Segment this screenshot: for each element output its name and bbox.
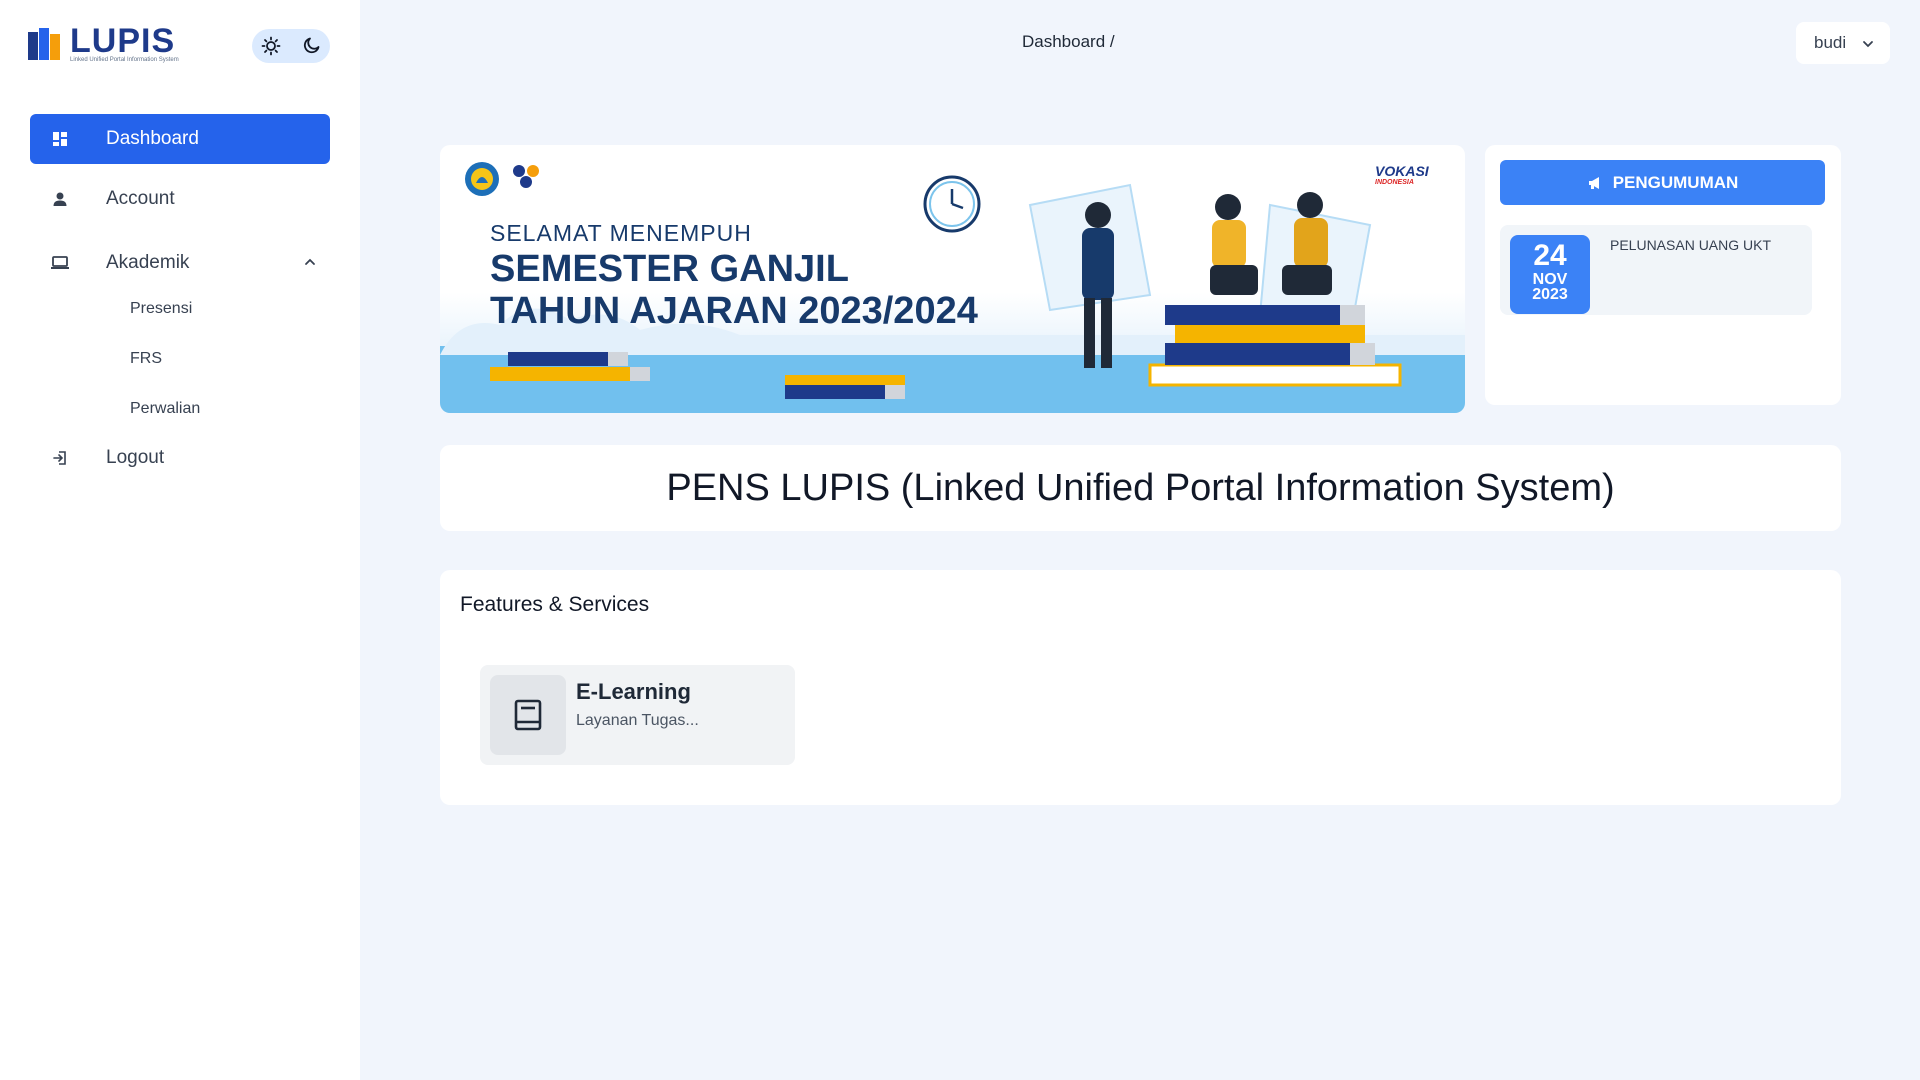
sidebar-item-dashboard[interactable]: Dashboard <box>30 114 330 164</box>
sidebar-item-logout[interactable]: Logout <box>30 433 330 483</box>
announcement-date: 24 NOV 2023 <box>1510 235 1590 314</box>
logo-text: LUPIS <box>70 22 176 60</box>
date-month: NOV <box>1532 271 1568 288</box>
user-icon <box>50 189 70 209</box>
logo-subtitle: Linked Unified Portal Information System <box>70 57 179 63</box>
moon-icon <box>303 37 320 54</box>
books-illustration-left <box>490 352 650 381</box>
clock-illustration <box>923 175 981 233</box>
theme-toggle <box>252 29 330 63</box>
vokasi-text: VOKASI <box>1375 163 1429 179</box>
features-heading: Features & Services <box>460 593 650 616</box>
megaphone-icon <box>1588 176 1599 189</box>
sidebar-item-label: Dashboard <box>106 128 199 149</box>
pens-logo-icon <box>513 165 539 188</box>
service-description: Layanan Tugas... <box>576 712 699 729</box>
banner-line-1: SEMESTER GANJIL <box>490 248 849 290</box>
dark-mode-button[interactable] <box>296 31 326 61</box>
page-title: PENS LUPIS (Linked Unified Portal Inform… <box>666 466 1615 509</box>
sun-icon <box>261 36 281 56</box>
sidebar-subitem-perwalian[interactable]: Perwalian <box>130 400 200 418</box>
portal-title-card: PENS LUPIS (Linked Unified Portal Inform… <box>440 445 1841 531</box>
logo-mark-icon <box>28 28 60 60</box>
service-title: E-Learning <box>576 679 691 704</box>
chevron-down-icon <box>1863 41 1873 48</box>
user-menu-dropdown[interactable]: budi <box>1796 22 1890 64</box>
sidebar-subitem-presensi[interactable]: Presensi <box>130 300 192 318</box>
laptop-icon <box>50 253 70 273</box>
lupis-logo[interactable]: LUPIS Linked Unified Portal Information … <box>28 22 194 66</box>
service-card-elearning[interactable]: E-Learning Layanan Tugas... <box>480 665 795 765</box>
dashboard-icon <box>50 129 70 149</box>
banner-line-2: TAHUN AJARAN 2023/2024 <box>490 290 978 332</box>
light-mode-button[interactable] <box>256 31 286 61</box>
banner-greeting: SELAMAT MENEMPUH <box>490 220 752 246</box>
features-panel: Features & Services E-Learning Layanan T… <box>440 570 1841 805</box>
sidebar-item-label: Logout <box>106 447 165 468</box>
sidebar: LUPIS Linked Unified Portal Information … <box>0 0 360 1080</box>
vokasi-badge: VOKASI INDONESIA <box>1375 163 1429 186</box>
sidebar-item-label: Account <box>106 188 175 209</box>
semester-banner: SELAMAT MENEMPUH SEMESTER GANJIL TAHUN A… <box>440 145 1465 413</box>
vokasi-subtext: INDONESIA <box>1375 179 1414 186</box>
kemdikbud-emblem-icon <box>465 162 499 196</box>
books-illustration-mid <box>785 375 905 399</box>
announcement-item[interactable]: 24 NOV 2023 PELUNASAN UANG UKT <box>1500 225 1812 315</box>
sidebar-subitem-frs[interactable]: FRS <box>130 350 162 368</box>
announcement-panel: PENGUMUMAN 24 NOV 2023 PELUNASAN UANG UK… <box>1485 145 1841 405</box>
logout-icon <box>50 448 70 468</box>
students-illustration <box>1028 183 1402 387</box>
breadcrumb[interactable]: Dashboard / <box>1022 32 1115 52</box>
announcement-title: PELUNASAN UANG UKT <box>1610 237 1772 253</box>
user-name: budi <box>1814 33 1847 52</box>
sidebar-item-label: Akademik <box>106 252 190 273</box>
pengumuman-label: PENGUMUMAN <box>1612 172 1739 192</box>
date-year: 2023 <box>1532 286 1568 303</box>
date-day: 24 <box>1533 239 1567 272</box>
sidebar-item-account[interactable]: Account <box>30 174 330 224</box>
sidebar-item-akademik[interactable]: Akademik <box>30 238 330 288</box>
chevron-up-icon <box>305 258 315 265</box>
book-icon <box>490 675 566 755</box>
pengumuman-button[interactable]: PENGUMUMAN <box>1500 160 1825 205</box>
